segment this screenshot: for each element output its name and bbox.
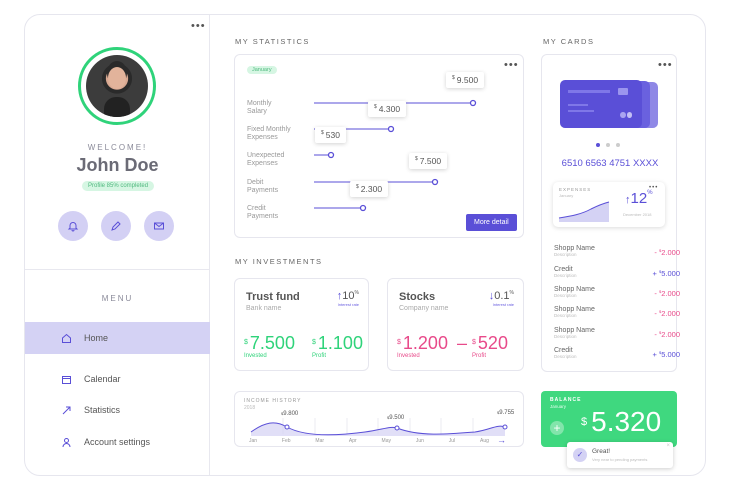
- expenses-percent: ↑12%: [625, 190, 653, 207]
- sidebar-more-icon[interactable]: •••: [191, 21, 206, 32]
- menu-heading: MENU: [101, 294, 134, 303]
- interest-rate: ↑10% Interest rate: [336, 290, 359, 307]
- user-icon: [60, 436, 72, 448]
- menu-item-label: Home: [84, 333, 109, 343]
- card-pager[interactable]: [596, 143, 620, 147]
- credit-card[interactable]: [560, 80, 642, 128]
- close-icon[interactable]: ×: [666, 443, 670, 449]
- profile-completion-badge: Profile 85% completed: [82, 181, 155, 191]
- statistics-heading: MY STATISTICS: [235, 37, 310, 46]
- stat-value-fixed: $4.300: [368, 101, 407, 117]
- home-icon: [60, 332, 72, 344]
- avatar[interactable]: [86, 55, 148, 117]
- income-peak-jun: $9.500: [387, 415, 405, 421]
- stat-marker-fixed: [387, 125, 395, 133]
- stat-marker-debit: [431, 178, 439, 186]
- menu-item-account-settings[interactable]: Account settings: [25, 426, 210, 458]
- menu-item-label: Statistics: [84, 405, 121, 415]
- menu-item-label: Account settings: [84, 437, 151, 447]
- stat-marker-credit: [359, 204, 367, 212]
- toast-title: Great!: [592, 448, 611, 455]
- add-icon[interactable]: +: [550, 421, 564, 435]
- balance-label: BALANCE: [550, 397, 582, 403]
- avatar-ring: [78, 47, 156, 125]
- investment-name: Trust fund: [246, 291, 300, 303]
- menu-item-label: Calendar: [84, 374, 121, 384]
- expenses-month: January: [559, 193, 574, 198]
- dashboard: ••• WELCOME! John Doe Profile 85% comple…: [24, 14, 706, 476]
- invested-label: Invested: [397, 353, 420, 359]
- investment-card-trust-fund[interactable]: Trust fund Bank name ↑10% Interest rate …: [234, 278, 369, 371]
- bell-icon: [67, 222, 79, 232]
- income-history-card: INCOME HISTORY 2018 $9.800 $9.500 $9.755…: [234, 391, 524, 447]
- calendar-icon: [60, 373, 72, 385]
- balance-amount: $5.320: [581, 406, 662, 437]
- interest-rate: ↓0.1% Interest rate: [488, 290, 514, 307]
- profit-label: Profit: [472, 353, 487, 359]
- user-name: John Doe: [76, 155, 159, 175]
- expenses-widget[interactable]: ••• EXPENSES January ↑12% December 2018: [553, 182, 665, 227]
- messages-button[interactable]: [144, 211, 174, 241]
- card-number: 6510 6563 4751 XXXX: [561, 158, 659, 169]
- income-months: Jan Feb Mar Apr May Jun Jul Aug: [249, 438, 489, 444]
- cards-heading: MY CARDS: [543, 37, 595, 46]
- stat-marker-unexpected: [327, 151, 335, 159]
- investment-sub: Bank name: [246, 305, 282, 312]
- expenses-note: December 2018: [623, 212, 652, 217]
- toast-notification: ✓ Great! Very near to pending payments ×: [567, 442, 673, 468]
- pencil-icon: [111, 221, 121, 231]
- transaction-row[interactable]: Credit Description + $5.000: [554, 266, 680, 286]
- balance-month: January: [550, 404, 567, 409]
- check-icon: ✓: [573, 448, 587, 462]
- arrow-right-icon[interactable]: →: [497, 435, 506, 445]
- toast-message: Very near to pending payments: [592, 457, 648, 462]
- more-icon[interactable]: •••: [658, 60, 673, 71]
- transaction-row[interactable]: Shopp Name Description - $2.000: [554, 327, 680, 347]
- profit-amount: – $520: [457, 333, 508, 353]
- stat-value-salary: $9.500: [446, 72, 485, 88]
- notifications-button[interactable]: [58, 211, 88, 241]
- menu-item-calendar[interactable]: Calendar: [25, 363, 210, 395]
- edit-button[interactable]: [101, 211, 131, 241]
- invested-label: Invested: [244, 353, 267, 359]
- menu-item-home[interactable]: Home: [25, 322, 210, 354]
- investment-sub: Company name: [399, 305, 449, 312]
- transaction-row[interactable]: Shopp Name Description - $2.000: [554, 245, 680, 265]
- stat-value-unexpected: $530: [315, 127, 346, 143]
- sidebar: ••• WELCOME! John Doe Profile 85% comple…: [25, 15, 210, 475]
- invested-amount: $1.200: [397, 333, 448, 353]
- divider: [25, 269, 210, 270]
- mail-icon: [154, 222, 164, 230]
- stat-value-debit: $7.500: [409, 153, 448, 169]
- statistics-card: ••• January Monthly Salary Fixed Monthly E…: [234, 54, 524, 238]
- cards-panel: ••• 6510 6563 4751 XXXX ••• EXPENSES Jan…: [541, 54, 680, 372]
- transaction-row[interactable]: Shopp Name Description - $2.000: [554, 306, 680, 326]
- stat-value-credit: $2.300: [350, 181, 389, 197]
- investment-name: Stocks: [399, 291, 436, 303]
- statistics-icon: [60, 404, 72, 416]
- invested-amount: $7.500: [244, 333, 295, 353]
- expenses-sparkline: [558, 201, 610, 222]
- welcome-text: WELCOME!: [87, 143, 148, 152]
- income-peak-sep: $9.755: [497, 410, 515, 416]
- expenses-label: EXPENSES: [559, 187, 592, 192]
- profit-amount: $1.100: [312, 333, 363, 353]
- profit-label: Profit: [312, 353, 327, 359]
- investment-card-stocks[interactable]: Stocks Company name ↓0.1% Interest rate …: [387, 278, 524, 371]
- transaction-row[interactable]: Shopp Name Description - $2.000: [554, 286, 680, 306]
- stat-marker-salary: [469, 99, 477, 107]
- investments-heading: MY INVESTMENTS: [235, 257, 323, 266]
- menu-item-statistics[interactable]: Statistics: [25, 394, 210, 426]
- more-detail-button[interactable]: More detail: [466, 214, 517, 231]
- transaction-row[interactable]: Credit Description + $5.000: [554, 347, 680, 367]
- balance-card: BALANCE January + $5.320: [541, 391, 677, 447]
- income-peak-feb: $9.800: [281, 411, 299, 417]
